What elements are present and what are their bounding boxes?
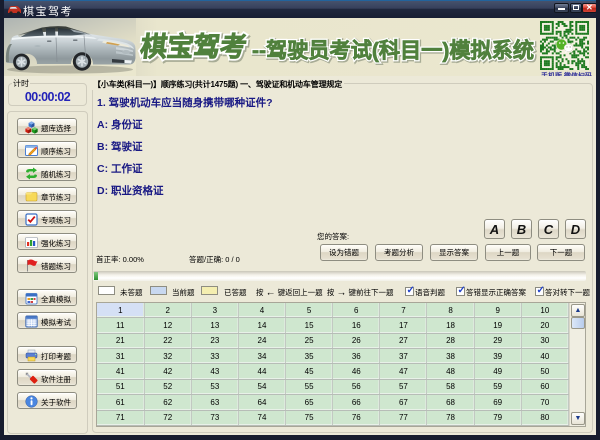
svg-text:--驾驶员考试(科目一)模拟系统: --驾驶员考试(科目一)模拟系统 <box>252 39 534 63</box>
svg-text:棋宝驾考: 棋宝驾考 <box>139 31 249 62</box>
